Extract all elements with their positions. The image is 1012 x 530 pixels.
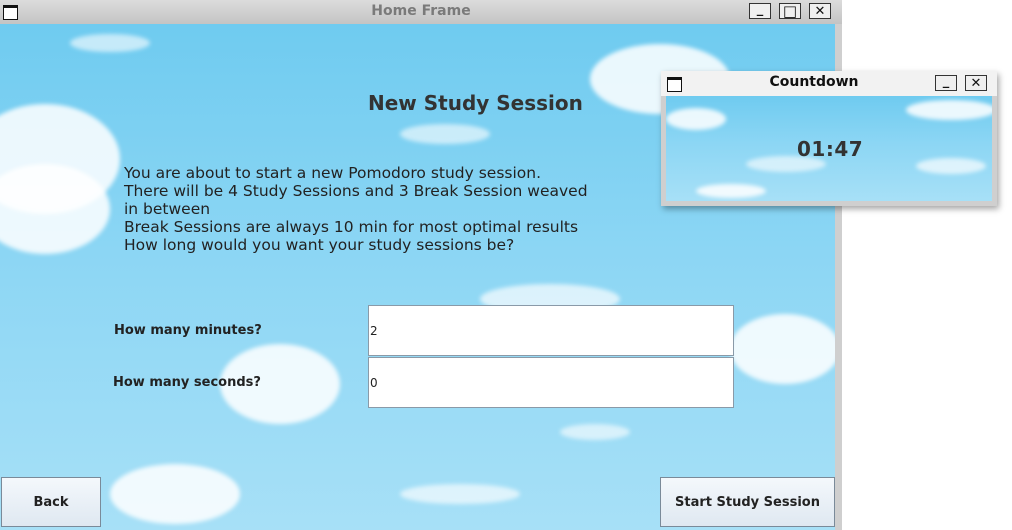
close-icon: ✕: [814, 3, 826, 19]
minutes-label: How many minutes?: [114, 323, 262, 338]
countdown-window: Countdown _ ✕ 01:47: [661, 71, 997, 206]
close-button[interactable]: ✕: [965, 75, 987, 91]
maximize-button[interactable]: □: [779, 3, 801, 19]
cloud: [696, 184, 766, 198]
intro-line: How long would you want your study sessi…: [124, 236, 515, 254]
page-title: New Study Session: [368, 91, 583, 115]
cloud: [666, 108, 726, 130]
back-button[interactable]: Back: [1, 477, 101, 527]
minimize-icon: _: [942, 73, 950, 89]
window-title: Home Frame: [371, 3, 471, 19]
countdown-timer: 01:47: [797, 137, 864, 161]
cloud: [110, 464, 240, 524]
start-study-session-button[interactable]: Start Study Session: [660, 477, 835, 527]
cloud: [916, 158, 986, 174]
minimize-button[interactable]: _: [935, 75, 957, 91]
cloud: [400, 124, 490, 144]
close-button[interactable]: ✕: [809, 3, 831, 19]
maximize-icon: □: [782, 1, 798, 20]
intro-line: There will be 4 Study Sessions and 3 Bre…: [124, 182, 588, 200]
seconds-label: How many seconds?: [113, 375, 261, 390]
home-frame-titlebar[interactable]: Home Frame _ □ ✕: [0, 0, 842, 24]
minimize-button[interactable]: _: [749, 3, 771, 19]
countdown-titlebar[interactable]: Countdown _ ✕: [661, 71, 997, 96]
cloud: [400, 484, 520, 504]
minutes-input[interactable]: [368, 305, 734, 356]
minimize-icon: _: [756, 1, 764, 17]
intro-line: Break Sessions are always 10 min for mos…: [124, 218, 579, 236]
close-icon: ✕: [970, 75, 982, 91]
cloud: [560, 424, 630, 440]
intro-line: You are about to start a new Pomodoro st…: [124, 164, 542, 182]
cloud: [906, 100, 992, 120]
cloud: [70, 34, 150, 52]
cloud: [730, 314, 835, 384]
seconds-input[interactable]: [368, 357, 734, 408]
intro-line: in between: [124, 200, 211, 218]
